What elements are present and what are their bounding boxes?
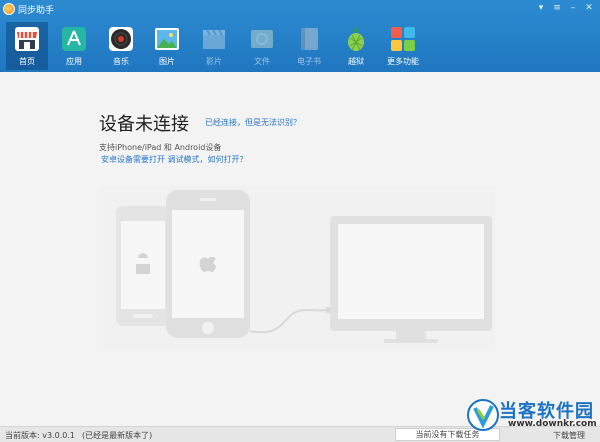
android-phone-icon <box>116 206 170 326</box>
page-title: 设备未连接 <box>99 114 189 135</box>
tab-files-label: 文件 <box>254 57 270 66</box>
tab-more[interactable]: 更多功能 <box>382 22 424 70</box>
tab-jailbreak[interactable]: 越狱 <box>335 22 377 70</box>
pineapple-icon <box>348 27 364 51</box>
tab-more-label: 更多功能 <box>387 57 419 66</box>
app-logo-icon <box>3 3 15 15</box>
book-icon <box>301 28 318 50</box>
tab-home[interactable]: 首页 <box>6 22 48 70</box>
tab-pictures[interactable]: 图片 <box>146 22 188 70</box>
picture-icon <box>155 28 179 50</box>
tab-music-label: 音乐 <box>113 57 129 66</box>
close-icon[interactable]: ✕ <box>582 2 596 15</box>
app-store-icon <box>62 27 86 51</box>
monitor-icon <box>330 216 492 343</box>
minimize-icon[interactable]: – <box>566 2 580 15</box>
watermark-url: www.downkr.com <box>508 419 597 429</box>
tab-files[interactable]: 文件 <box>241 22 283 70</box>
tab-apps[interactable]: 应用 <box>53 22 95 70</box>
window-title: 同步助手 <box>18 6 55 16</box>
store-icon <box>15 27 39 51</box>
folder-icon <box>251 30 273 48</box>
watermark-logo-icon <box>467 399 499 431</box>
tab-jailbreak-label: 越狱 <box>348 57 364 66</box>
window-controls: ▾ ≡ – ✕ <box>534 2 596 15</box>
title-bar: 同步助手 ▾ ≡ – ✕ <box>0 0 600 20</box>
main-content: 设备未连接 已经连接，但是无法识别？ 支持iPhone/iPad 和 Andro… <box>0 72 600 426</box>
music-record-icon <box>109 27 133 51</box>
skin-icon[interactable]: ▾ <box>534 2 548 15</box>
tab-apps-label: 应用 <box>66 57 82 66</box>
download-manage-button[interactable]: 下载管理 <box>553 430 585 441</box>
tab-movies[interactable]: 影片 <box>193 22 235 70</box>
device-illustration <box>100 186 495 351</box>
main-toolbar: 首页 应用 音乐 图片 影片 文件 电子书 越狱 更多功能 <box>0 22 600 70</box>
iphone-icon <box>166 190 250 338</box>
android-debug-mode-link[interactable]: 安卓设备需要打开 调试模式，如何打开？ <box>101 154 248 165</box>
menu-icon[interactable]: ≡ <box>550 2 564 15</box>
supported-devices-text: 支持iPhone/iPad 和 Android设备 <box>99 143 222 152</box>
more-tiles-icon <box>391 27 415 51</box>
clapperboard-icon <box>203 29 225 49</box>
current-version: 当前版本: v3.0.0.1 <box>5 431 75 440</box>
tab-ebooks-label: 电子书 <box>297 57 321 66</box>
top-frame: 同步助手 ▾ ≡ – ✕ 首页 应用 音乐 图片 影片 文件 电子书 越狱 更多… <box>0 0 600 72</box>
version-note: (已经是最新版本了) <box>82 431 153 440</box>
tab-movies-label: 影片 <box>206 57 222 66</box>
tab-home-label: 首页 <box>19 57 35 66</box>
tab-ebooks[interactable]: 电子书 <box>288 22 330 70</box>
tab-music[interactable]: 音乐 <box>100 22 142 70</box>
tab-pictures-label: 图片 <box>159 57 175 66</box>
connected-not-recognized-link[interactable]: 已经连接，但是无法识别？ <box>205 117 301 128</box>
